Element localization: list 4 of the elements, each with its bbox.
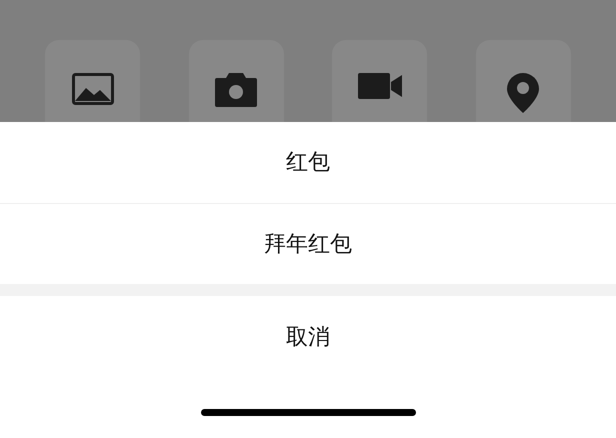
image-icon (72, 73, 114, 105)
camera-icon (215, 73, 258, 107)
video-camera-icon (358, 73, 402, 99)
location-pin-icon (507, 73, 540, 113)
